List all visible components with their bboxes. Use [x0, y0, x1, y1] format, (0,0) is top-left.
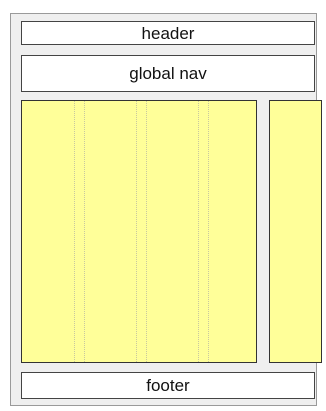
footer-label: footer: [146, 376, 190, 395]
grid-guide: [84, 101, 85, 362]
global-nav-label: global nav: [129, 64, 207, 83]
header-label: header: [141, 23, 195, 43]
global-nav-region: global nav: [21, 55, 315, 92]
grid-guide: [198, 101, 199, 362]
footer-region: footer: [21, 372, 315, 399]
grid-guide: [146, 101, 147, 362]
grid-guide: [208, 101, 209, 362]
main-content-column: [21, 100, 257, 363]
header-region: header: [21, 21, 315, 45]
grid-guide: [74, 101, 75, 362]
sidebar-column: [269, 100, 322, 363]
grid-guide: [136, 101, 137, 362]
